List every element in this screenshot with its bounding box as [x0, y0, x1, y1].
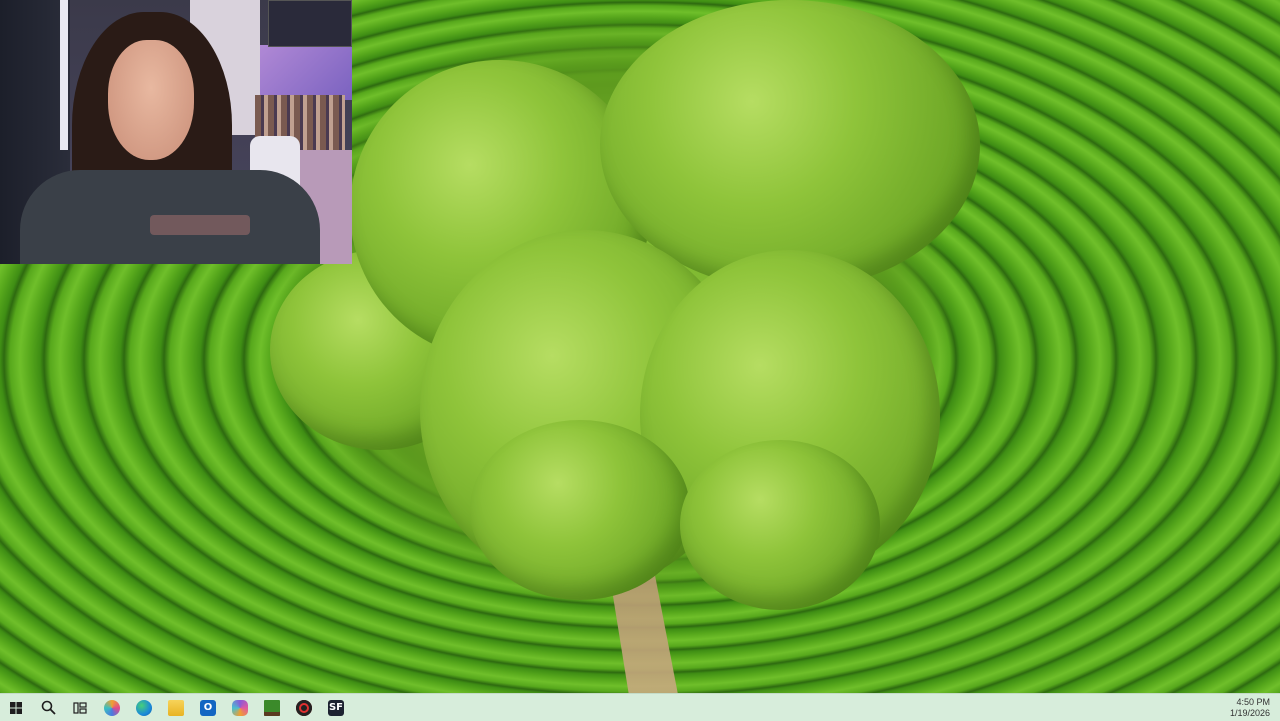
- task-view-button[interactable]: [64, 694, 96, 721]
- sf-taskbar-button[interactable]: SF: [320, 694, 352, 721]
- copilot-alt-icon: [232, 699, 248, 716]
- outlook-taskbar-button[interactable]: O: [192, 694, 224, 721]
- task-view-icon: [73, 701, 87, 714]
- file-explorer-taskbar-button[interactable]: [160, 694, 192, 721]
- obs-icon: [296, 699, 312, 716]
- webcam-overlay: [0, 0, 352, 264]
- start-button[interactable]: [0, 694, 32, 721]
- search-icon: [41, 700, 56, 715]
- copilot-icon: [104, 699, 120, 716]
- taskbar: O SF 4:50 PM 1/19/2026: [0, 693, 1280, 721]
- obs-taskbar-button[interactable]: [288, 694, 320, 721]
- tree-canopy-7: [680, 440, 880, 610]
- copilot-alt-taskbar-button[interactable]: [224, 694, 256, 721]
- outlook-icon: O: [200, 699, 216, 716]
- minecraft-icon: [264, 699, 280, 716]
- sf-app-icon: SF: [328, 699, 344, 716]
- clock-time: 4:50 PM: [1236, 696, 1270, 707]
- minecraft-taskbar-button[interactable]: [256, 694, 288, 721]
- search-button[interactable]: [32, 694, 64, 721]
- clock-date: 1/19/2026: [1229, 707, 1270, 718]
- system-clock[interactable]: 4:50 PM 1/19/2026: [1230, 697, 1270, 719]
- tree-canopy-3: [600, 0, 980, 290]
- edge-taskbar-button[interactable]: [128, 694, 160, 721]
- copilot-taskbar-button[interactable]: [96, 694, 128, 721]
- tree-canopy-6: [470, 420, 690, 600]
- edge-icon: [136, 699, 152, 716]
- folder-icon: [168, 699, 184, 716]
- windows-logo-icon: [10, 701, 22, 714]
